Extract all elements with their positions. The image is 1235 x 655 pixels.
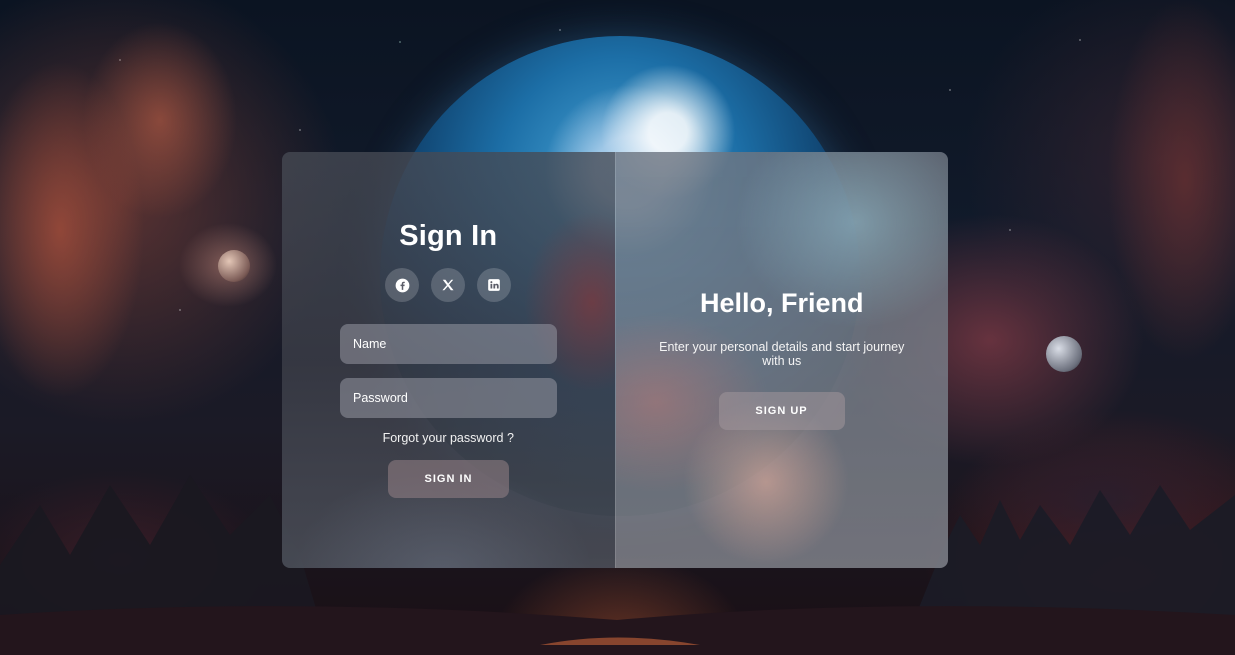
social-login-row — [282, 268, 615, 302]
sign-up-button[interactable]: SIGN UP — [718, 392, 845, 430]
sign-up-panel: Hello, Friend Enter your personal detail… — [614, 152, 948, 568]
x-icon — [442, 279, 454, 291]
hello-title: Hello, Friend — [699, 288, 864, 318]
x-button[interactable] — [431, 268, 466, 302]
linkedin-icon — [488, 279, 501, 291]
sign-in-button[interactable]: SIGN IN — [388, 460, 509, 498]
facebook-icon — [395, 278, 410, 292]
auth-container: Sign In Name Forgot your password ? SIGN… — [282, 152, 948, 568]
background-scene: Sign In Name Forgot your password ? SIGN… — [0, 0, 1235, 655]
sign-in-title: Sign In — [399, 220, 498, 252]
linkedin-button[interactable] — [477, 268, 512, 302]
facebook-button[interactable] — [385, 268, 420, 302]
sign-in-panel: Sign In Name Forgot your password ? SIGN… — [282, 152, 615, 568]
hello-description: Enter your personal details and start jo… — [659, 340, 905, 368]
name-input[interactable] — [340, 324, 557, 364]
forgot-password-link[interactable]: Forgot your password ? — [282, 431, 615, 445]
password-input[interactable] — [340, 378, 557, 418]
